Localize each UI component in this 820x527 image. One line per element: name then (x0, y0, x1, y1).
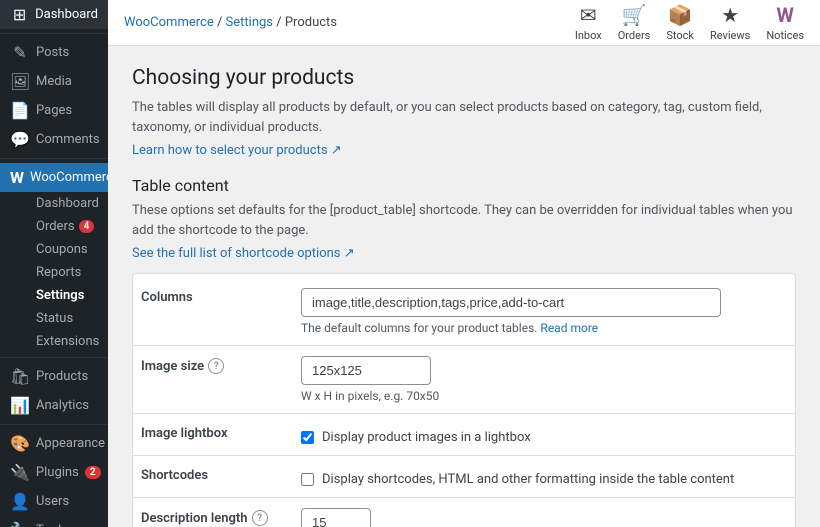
sidebar-sub-woo-extensions[interactable]: Extensions (0, 330, 108, 353)
description-length-input[interactable] (301, 508, 371, 527)
sidebar-item-label: Products (36, 369, 88, 384)
sidebar-item-label: Pages (36, 103, 72, 118)
image-lightbox-row: Display product images in a lightbox (301, 424, 787, 445)
sidebar-item-dashboard[interactable]: ⊞ Dashboard (0, 0, 108, 29)
breadcrumb: WooCommerce / Settings / Products (124, 15, 337, 30)
image-size-input[interactable] (301, 356, 431, 385)
image-lightbox-text: Display product images in a lightbox (322, 430, 531, 445)
sidebar-item-woocommerce[interactable]: W WooCommerce (0, 163, 108, 192)
description-length-label: Description length ? (141, 510, 285, 526)
section-description: These options set defaults for the [prod… (132, 201, 796, 240)
pages-icon: 📄 (10, 101, 30, 120)
notices-icon: W (776, 3, 794, 27)
image-size-help-icon[interactable]: ? (208, 358, 224, 374)
topbar-notices-label: Notices (766, 29, 804, 42)
comments-icon: 💬 (10, 130, 30, 149)
plugins-badge: 2 (85, 466, 101, 479)
stock-icon: 📦 (668, 3, 693, 27)
columns-input[interactable] (301, 288, 721, 317)
topbar-reviews-label: Reviews (710, 29, 750, 42)
inbox-icon: ✉ (580, 3, 597, 27)
appearance-icon: 🎨 (10, 434, 30, 453)
learn-link[interactable]: Learn how to select your products ↗ (132, 143, 342, 158)
sidebar-item-tools[interactable]: 🔧 Tools (0, 516, 108, 527)
image-size-hint: W x H in pixels, e.g. 70x50 (301, 389, 787, 403)
sidebar-item-label: Posts (36, 45, 69, 60)
sidebar-item-plugins[interactable]: 🔌 Plugins 2 (0, 458, 108, 487)
topbar-orders[interactable]: 🛒 Orders (618, 3, 651, 42)
sidebar-sub-woo-coupons[interactable]: Coupons (0, 238, 108, 261)
topbar-reviews[interactable]: ★ Reviews (710, 3, 750, 42)
sidebar-item-analytics[interactable]: 📊 Analytics (0, 391, 108, 420)
sidebar-item-label: Appearance (36, 436, 105, 451)
settings-table: Columns The default columns for your pro… (133, 278, 795, 527)
page-title: Choosing your products (132, 66, 796, 90)
image-lightbox-checkbox[interactable] (301, 431, 314, 444)
sidebar-item-label: WooCommerce (30, 170, 108, 185)
sidebar-item-label: Plugins (36, 465, 79, 480)
sidebar-item-comments[interactable]: 💬 Comments (0, 125, 108, 154)
description-length-help-icon[interactable]: ? (252, 510, 268, 526)
topbar-notices[interactable]: W Notices (766, 3, 804, 42)
sidebar-item-label: Comments (36, 132, 100, 147)
plugins-icon: 🔌 (10, 463, 30, 482)
sidebar-item-posts[interactable]: ✎ Posts (0, 38, 108, 67)
shortcodes-label: Shortcodes (141, 468, 285, 483)
products-icon: 🛍 (10, 367, 30, 386)
sidebar-item-pages[interactable]: 📄 Pages (0, 96, 108, 125)
sidebar-sub-woo-orders[interactable]: Orders 4 (0, 215, 108, 238)
shortcode-link[interactable]: See the full list of shortcode options ↗ (132, 246, 355, 261)
main-content: Choosing your products The tables will d… (108, 46, 820, 527)
sidebar-item-products[interactable]: 🛍 Products (0, 362, 108, 391)
table-row-image-size: Image size ? W x H in pixels, e.g. 70x50 (133, 346, 795, 414)
columns-read-more[interactable]: Read more (540, 321, 598, 335)
table-row-description-length: Description length ? words (133, 498, 795, 527)
orders-badge: 4 (79, 220, 95, 233)
media-icon: 🖼 (10, 72, 30, 91)
tools-icon: 🔧 (10, 521, 30, 527)
sidebar: ⊞ Dashboard ✎ Posts 🖼 Media 📄 Pages 💬 Co… (0, 0, 108, 527)
image-size-label: Image size ? (141, 358, 285, 374)
sidebar-sub-woo-dashboard[interactable]: Dashboard (0, 192, 108, 215)
table-row-image-lightbox: Image lightbox Display product images in… (133, 414, 795, 456)
shortcodes-text: Display shortcodes, HTML and other forma… (322, 472, 734, 487)
analytics-icon: 📊 (10, 396, 30, 415)
sidebar-item-media[interactable]: 🖼 Media (0, 67, 108, 96)
reviews-icon: ★ (721, 3, 739, 27)
sidebar-item-label: Dashboard (35, 7, 98, 22)
topbar-orders-label: Orders (618, 29, 651, 42)
breadcrumb-settings[interactable]: Settings (226, 15, 273, 30)
topbar-inbox[interactable]: ✉ Inbox (575, 3, 602, 42)
shortcodes-row: Display shortcodes, HTML and other forma… (301, 466, 787, 487)
sidebar-sub-woo-status[interactable]: Status (0, 307, 108, 330)
topbar-stock-label: Stock (666, 29, 694, 42)
table-row-shortcodes: Shortcodes Display shortcodes, HTML and … (133, 456, 795, 498)
table-row-columns: Columns The default columns for your pro… (133, 278, 795, 346)
columns-hint: The default columns for your product tab… (301, 321, 787, 335)
sidebar-item-label: Media (36, 74, 72, 89)
columns-label: Columns (141, 290, 285, 305)
topbar-stock[interactable]: 📦 Stock (666, 3, 694, 42)
dashboard-icon: ⊞ (10, 5, 29, 24)
image-lightbox-label: Image lightbox (141, 426, 285, 441)
section-title: Table content (132, 176, 796, 195)
topbar: WooCommerce / Settings / Products ✉ Inbo… (108, 0, 820, 46)
breadcrumb-current: Products (285, 15, 337, 30)
topbar-icons: ✉ Inbox 🛒 Orders 📦 Stock ★ Reviews W Not… (575, 3, 804, 42)
users-icon: 👤 (10, 492, 30, 511)
sidebar-item-appearance[interactable]: 🎨 Appearance (0, 429, 108, 458)
sidebar-item-label: Users (36, 494, 69, 509)
sidebar-sub-woo-reports[interactable]: Reports (0, 261, 108, 284)
page-description: The tables will display all products by … (132, 98, 796, 137)
posts-icon: ✎ (10, 43, 30, 62)
sidebar-item-label: Tools (36, 523, 68, 527)
shortcodes-checkbox[interactable] (301, 473, 314, 486)
breadcrumb-woocommerce[interactable]: WooCommerce (124, 15, 214, 30)
topbar-inbox-label: Inbox (575, 29, 602, 42)
woocommerce-icon: W (10, 168, 24, 187)
sidebar-item-users[interactable]: 👤 Users (0, 487, 108, 516)
sidebar-item-label: Analytics (36, 398, 89, 413)
sidebar-sub-woo-settings[interactable]: Settings (0, 284, 108, 307)
orders-icon: 🛒 (622, 3, 647, 27)
